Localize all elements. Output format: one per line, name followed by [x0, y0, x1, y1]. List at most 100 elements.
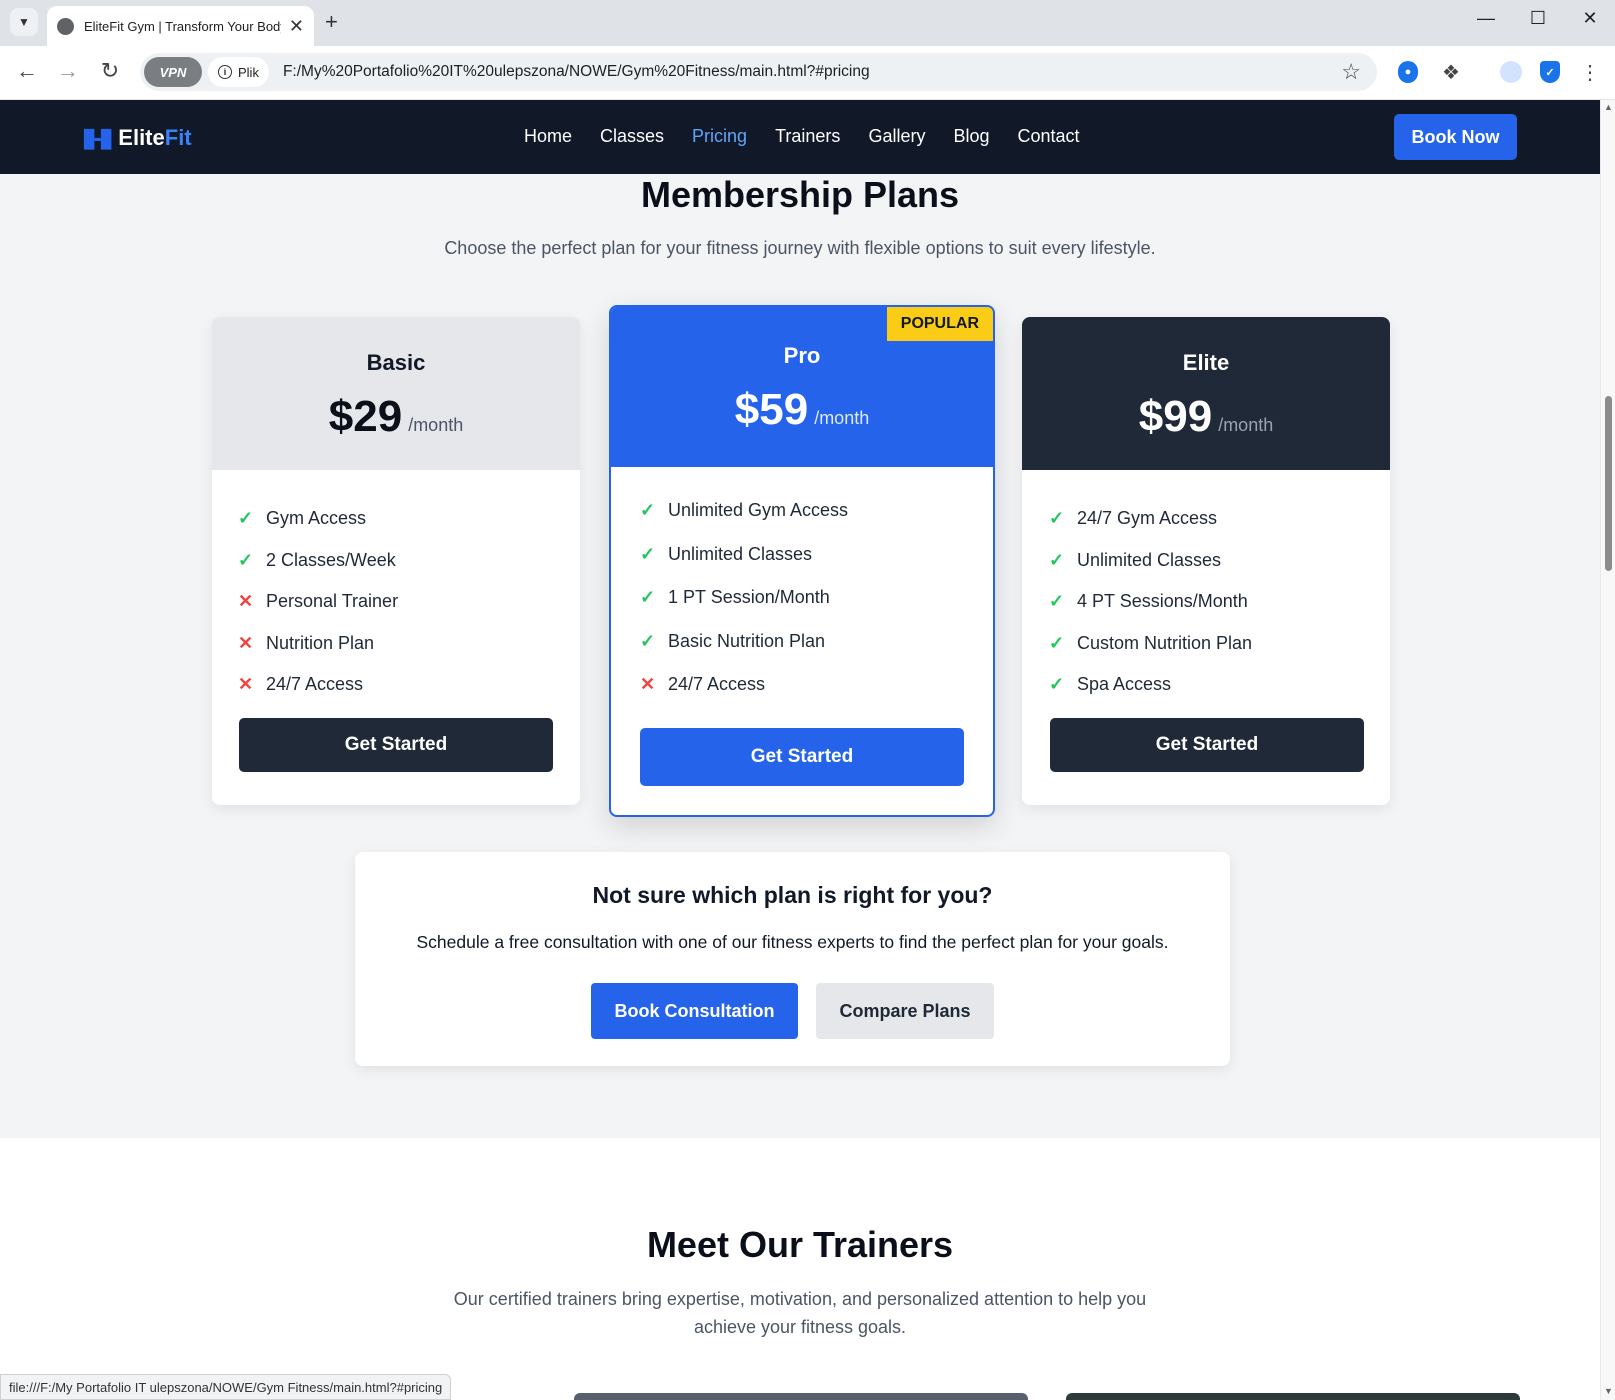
- bookmark-star-icon[interactable]: ☆: [1341, 59, 1361, 85]
- url-text[interactable]: F:/My%20Portafolio%20IT%20ulepszona/NOWE…: [283, 63, 1341, 81]
- check-icon: ✓: [1049, 508, 1065, 529]
- tab-search-button[interactable]: ▼: [10, 8, 38, 36]
- check-icon: ✓: [1049, 549, 1065, 570]
- feature-text: 2 Classes/Week: [266, 549, 396, 570]
- feature-text: Personal Trainer: [266, 591, 399, 612]
- scroll-up-arrow-icon[interactable]: ▲: [1604, 102, 1613, 112]
- compare-plans-button[interactable]: Compare Plans: [816, 983, 994, 1039]
- consultation-box: Not sure which plan is right for you? Sc…: [355, 852, 1230, 1066]
- logo-text: EliteFit: [118, 125, 191, 151]
- feature-item: ✓ Unlimited Classes: [1049, 540, 1390, 582]
- get-started-button[interactable]: Get Started: [239, 718, 553, 772]
- feature-text: Basic Nutrition Plan: [668, 630, 826, 651]
- nav-link-gallery[interactable]: Gallery: [868, 126, 925, 147]
- get-started-button[interactable]: Get Started: [1050, 718, 1364, 772]
- feature-item: ✕ Nutrition Plan: [238, 623, 580, 665]
- nav-link-trainers[interactable]: Trainers: [775, 126, 840, 147]
- plan-name: Elite: [1182, 350, 1230, 375]
- nav-link-classes[interactable]: Classes: [600, 126, 664, 147]
- logo[interactable]: ▮-▮ EliteFit: [82, 122, 192, 153]
- get-started-button[interactable]: Get Started: [640, 728, 964, 786]
- book-consultation-button[interactable]: Book Consultation: [591, 983, 798, 1039]
- page-scrollbar[interactable]: ▲ ▼: [1600, 100, 1615, 1400]
- check-icon: ✓: [640, 500, 656, 521]
- book-now-button[interactable]: Book Now: [1394, 114, 1517, 160]
- feature-text: 24/7 Access: [668, 674, 766, 695]
- check-icon: ✓: [1049, 591, 1065, 612]
- logo-text-accent: Fit: [164, 124, 192, 150]
- trainer-photo: [1066, 1393, 1520, 1400]
- feature-text: Unlimited Classes: [668, 543, 813, 564]
- logo-text-main: Elite: [118, 124, 165, 150]
- site-navbar: ▮-▮ EliteFit Home Classes Pricing Traine…: [0, 100, 1600, 174]
- plan-price: $99 /month: [1022, 392, 1390, 442]
- nav-link-home[interactable]: Home: [524, 126, 572, 147]
- plan-header: Basic $29 /month: [212, 317, 580, 470]
- dumbbell-icon: ▮-▮: [82, 122, 113, 152]
- menu-dots-icon[interactable]: ⋮: [1578, 60, 1602, 84]
- new-tab-button[interactable]: +: [325, 9, 338, 35]
- feature-text: Unlimited Gym Access: [668, 500, 849, 521]
- cross-icon: ✕: [238, 674, 254, 695]
- price-period: /month: [408, 415, 464, 435]
- plan-card-pro: POPULAR Pro $59 /month ✓ Unlimited Gym Ac…: [609, 305, 995, 817]
- nav-link-blog[interactable]: Blog: [953, 126, 989, 147]
- profile-avatar-icon[interactable]: [1499, 60, 1523, 84]
- scrollbar-thumb[interactable]: [1605, 396, 1612, 571]
- check-icon: ✓: [640, 587, 656, 608]
- feature-item: ✓ 4 PT Sessions/Month: [1049, 581, 1390, 623]
- feature-text: 24/7 Gym Access: [1077, 508, 1218, 529]
- feature-item: ✕ 24/7 Access: [238, 664, 580, 706]
- back-arrow-icon[interactable]: ←: [12, 58, 42, 84]
- plan-name: Basic: [366, 350, 426, 375]
- nav-link-contact[interactable]: Contact: [1017, 126, 1079, 147]
- feature-text: 4 PT Sessions/Month: [1077, 591, 1248, 612]
- plan-card-elite: Elite $99 /month ✓ 24/7 Gym Access ✓ Unlim…: [1022, 317, 1390, 805]
- trainers-subtitle-line2: achieve your fitness goals.: [693, 1317, 907, 1337]
- browser-tab-bar: ▼ EliteFit Gym | Transform Your Body ✕ +…: [0, 0, 1615, 46]
- feature-text: 1 PT Session/Month: [668, 587, 830, 608]
- close-window-icon[interactable]: ✕: [1570, 8, 1610, 29]
- close-icon[interactable]: ✕: [289, 16, 304, 37]
- trainers-title: Meet Our Trainers: [646, 1224, 954, 1265]
- minimize-icon[interactable]: —: [1466, 8, 1506, 29]
- plan-header: POPULAR Pro $59 /month: [611, 307, 993, 467]
- trainer-photo: [574, 1393, 1028, 1400]
- extensions-puzzle-icon[interactable]: ❖: [1439, 60, 1463, 84]
- check-icon: ✓: [238, 549, 254, 570]
- info-icon: i: [218, 65, 232, 79]
- consultation-title: Not sure which plan is right for you?: [592, 882, 993, 908]
- plan-header: Elite $99 /month: [1022, 317, 1390, 470]
- feature-item: ✕ 24/7 Access: [640, 663, 993, 707]
- cross-icon: ✕: [238, 632, 254, 653]
- trainers-section: [0, 1138, 1600, 1400]
- reload-icon[interactable]: ↻: [95, 58, 125, 84]
- address-bar[interactable]: VPN i Plik F:/My%20Portafolio%20IT%20ule…: [140, 53, 1377, 91]
- maximize-icon[interactable]: ☐: [1518, 8, 1558, 29]
- trainers-subtitle-line1: Our certified trainers bring expertise, …: [453, 1289, 1147, 1309]
- feature-item: ✓ Unlimited Gym Access: [640, 489, 993, 533]
- feature-text: Custom Nutrition Plan: [1077, 632, 1253, 653]
- consultation-text: Schedule a free consultation with one of…: [416, 932, 1169, 952]
- globe-icon: [57, 17, 74, 35]
- cross-icon: ✕: [238, 591, 254, 612]
- chevron-down-icon: ▼: [18, 15, 30, 29]
- pricing-subtitle: Choose the perfect plan for your fitness…: [444, 238, 1156, 258]
- feature-item: ✓ Custom Nutrition Plan: [1049, 623, 1390, 665]
- main-menu: Home Classes Pricing Trainers Gallery Bl…: [524, 126, 1080, 147]
- password-manager-icon[interactable]: ●: [1396, 60, 1420, 84]
- vpn-badge[interactable]: VPN: [144, 57, 202, 87]
- price-period: /month: [1218, 415, 1274, 435]
- feature-list: ✓ Gym Access ✓ 2 Classes/Week ✕ Personal Tr…: [212, 470, 580, 706]
- feature-text: 24/7 Access: [266, 674, 364, 695]
- scroll-down-arrow-icon[interactable]: ▼: [1604, 1386, 1613, 1396]
- feature-list: ✓ Unlimited Gym Access ✓ Unlimited Classes…: [611, 467, 993, 707]
- check-icon: ✓: [1049, 632, 1065, 653]
- site-info-button[interactable]: i Plik: [208, 57, 269, 87]
- browser-tab[interactable]: EliteFit Gym | Transform Your Body ✕: [47, 6, 314, 46]
- forward-arrow-icon[interactable]: →: [53, 58, 83, 84]
- nav-link-pricing[interactable]: Pricing: [692, 126, 747, 147]
- plan-price: $29 /month: [212, 392, 580, 442]
- price-period: /month: [814, 408, 870, 428]
- shield-extension-icon[interactable]: ✓: [1538, 60, 1562, 84]
